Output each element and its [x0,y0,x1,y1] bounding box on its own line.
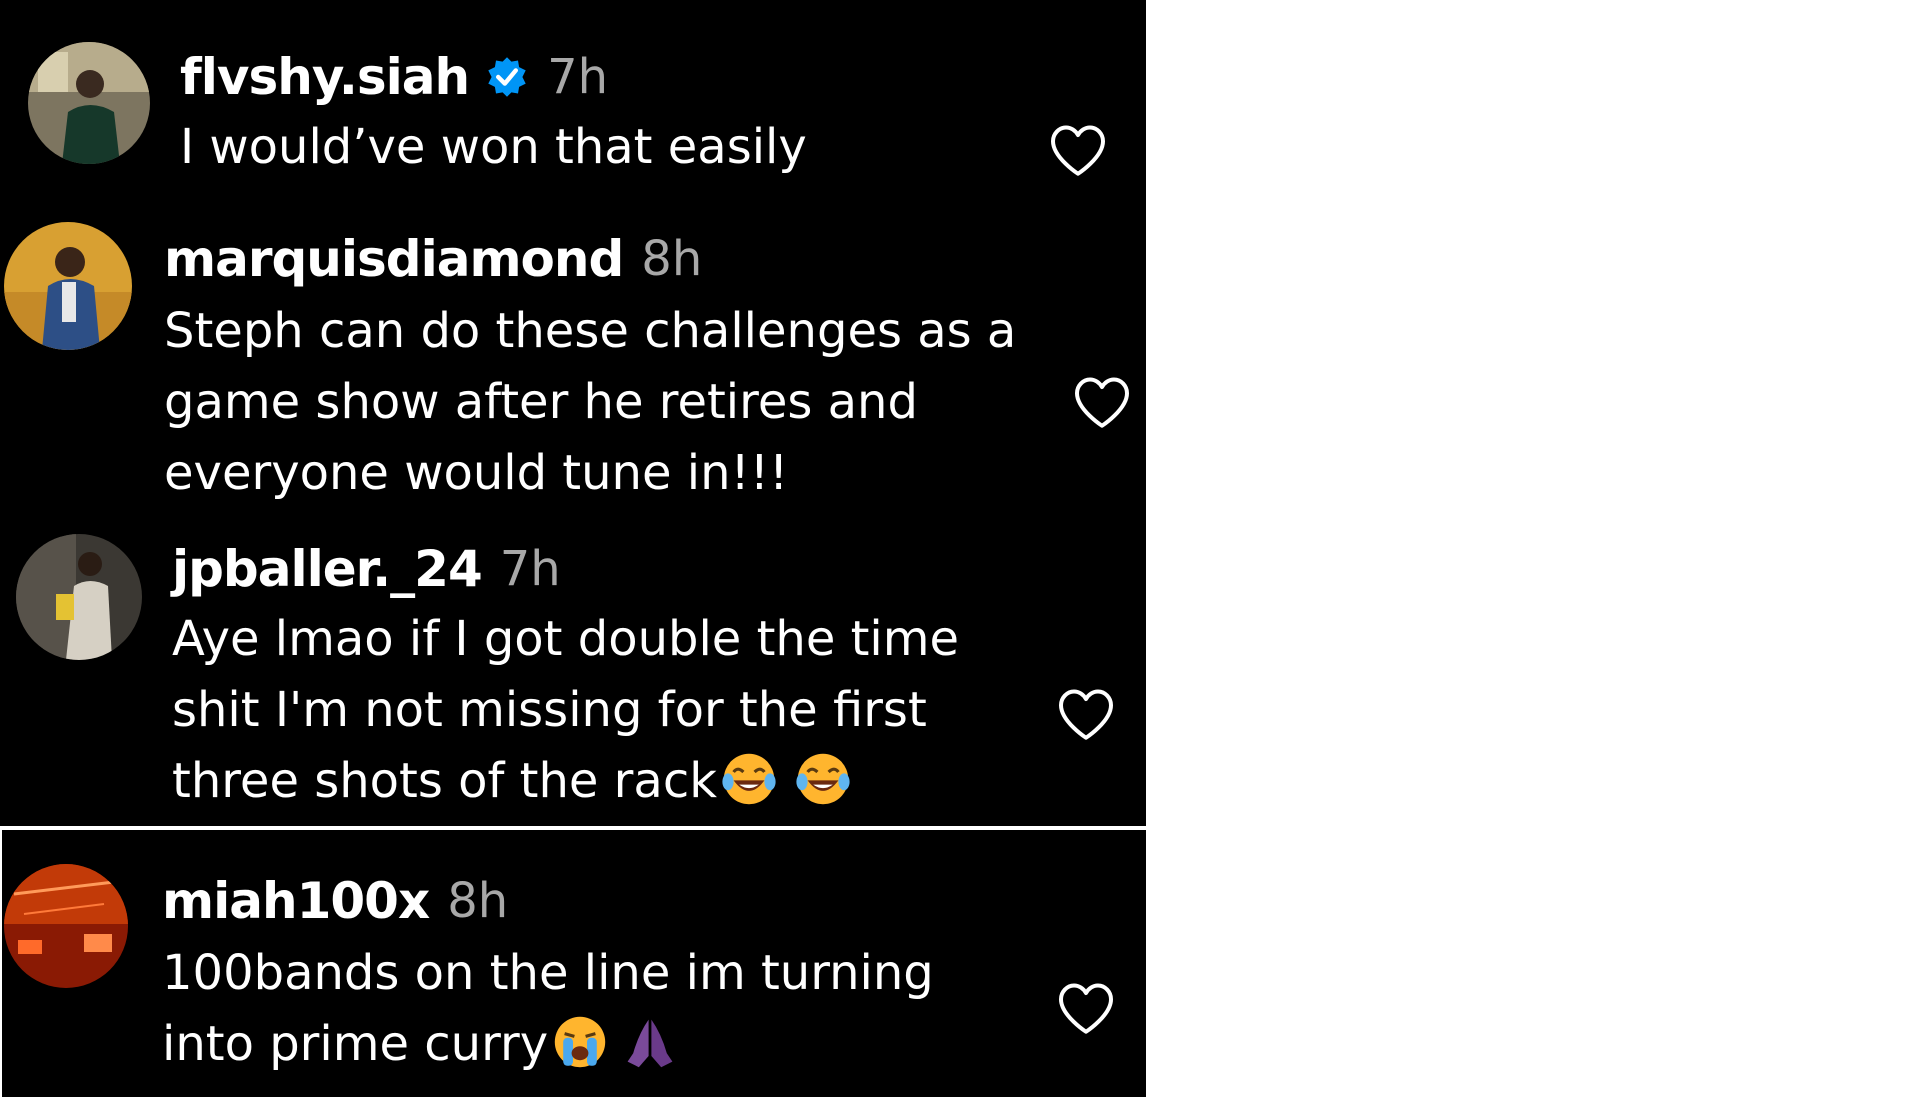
username-link[interactable]: miah100x [162,872,430,930]
comment-header: marquisdiamond 8h [164,230,702,288]
comment-line: 100bands on the line im turning [162,945,934,1001]
comment-header: flvshy.siah 7h [180,48,608,106]
avatar[interactable] [28,42,150,164]
loudly-crying-emoji-icon [552,1014,608,1070]
comment-line: Aye lmao if I got double the time [172,611,960,667]
comment-timestamp: 8h [641,231,703,287]
like-heart-icon[interactable] [1056,686,1116,742]
laughing-crying-emoji-icon [721,751,777,807]
comment-text: I would’ve won that easily [180,112,807,183]
comment-timestamp: 7h [499,541,561,597]
comment-header: jpballer._24 7h [172,540,561,598]
comment-line: shit I'm not missing for the first [172,682,927,738]
avatar[interactable] [16,534,142,660]
comment-line-text: into prime curry [162,1016,549,1072]
comment-line: into prime curry [162,1009,934,1080]
comment-line: I would’ve won that easily [180,119,807,175]
like-heart-icon[interactable] [1056,980,1116,1036]
verified-badge-icon [485,55,529,99]
comment-line: everyone would tune in!!! [164,445,789,501]
comment-line-text: three shots of the rack [172,753,718,809]
comment-header: miah100x 8h [162,872,508,930]
like-heart-icon[interactable] [1072,374,1132,430]
comment-text: 100bands on the line im turning into pri… [162,938,934,1080]
username-link[interactable]: marquisdiamond [164,230,624,288]
username-link[interactable]: flvshy.siah [180,48,470,106]
comment-text: Steph can do these challenges as a game … [164,296,1016,509]
like-heart-icon[interactable] [1048,122,1108,178]
comment-line: three shots of the rack [172,746,959,817]
praying-hands-emoji-icon [622,1014,678,1070]
comment-line: game show after he retires and [164,374,918,430]
comment-timestamp: 7h [547,49,609,105]
avatar[interactable] [4,864,128,988]
comment-line: Steph can do these challenges as a [164,303,1017,359]
username-link[interactable]: jpballer._24 [172,540,483,598]
comment-timestamp: 8h [447,873,509,929]
laughing-crying-emoji-icon [795,751,851,807]
avatar[interactable] [4,222,132,350]
comment-text: Aye lmao if I got double the time shit I… [172,604,959,817]
